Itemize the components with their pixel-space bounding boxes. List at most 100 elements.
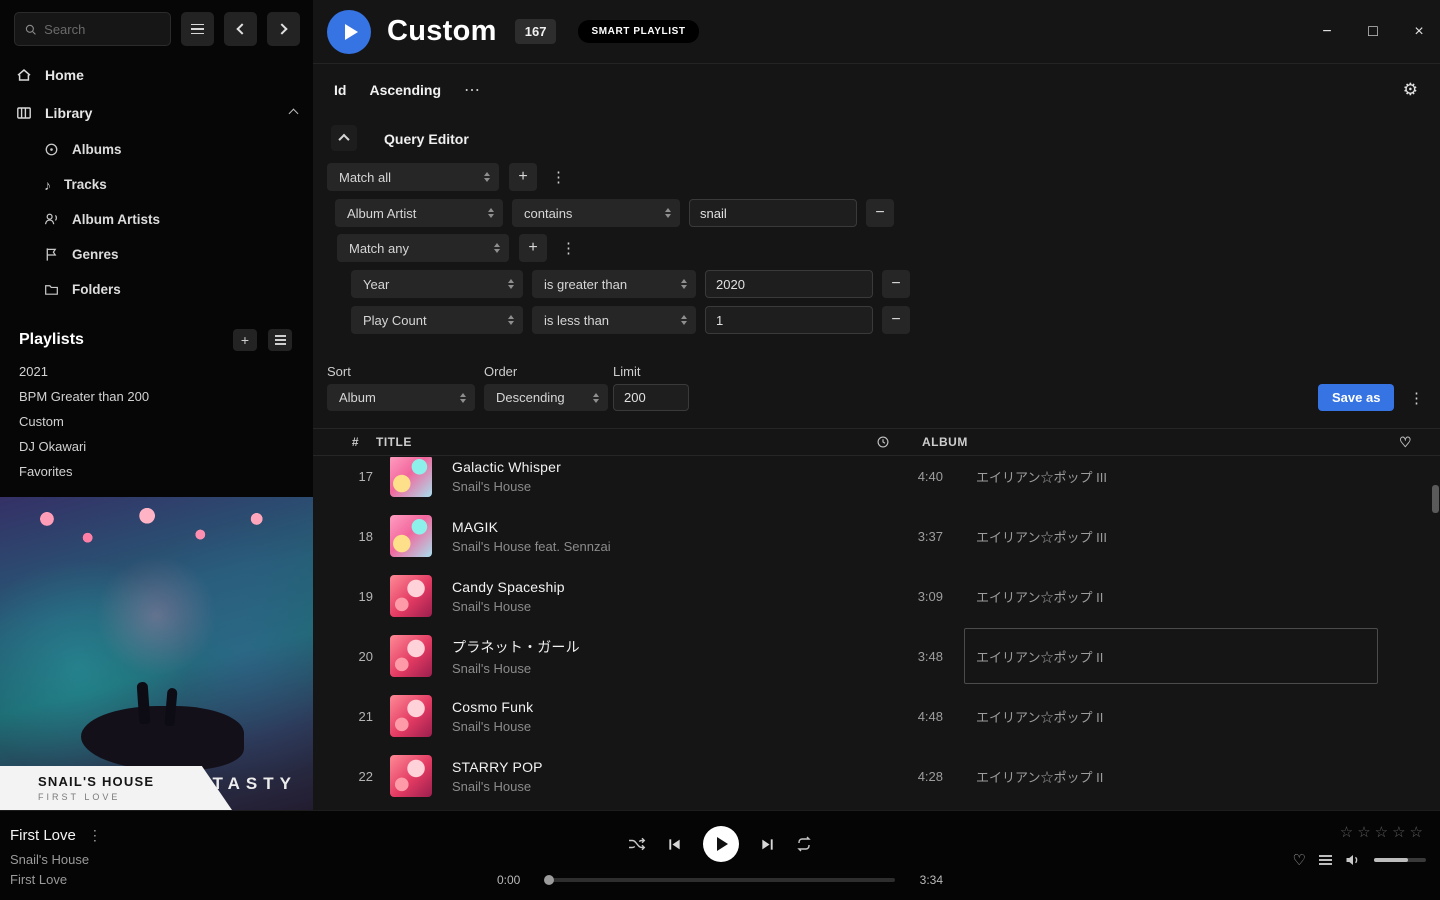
maximize-button[interactable]: □ bbox=[1364, 23, 1382, 41]
column-index[interactable]: # bbox=[313, 435, 359, 449]
queue-button[interactable] bbox=[1319, 855, 1332, 865]
limit-input[interactable] bbox=[613, 384, 689, 411]
playlist-list-button[interactable] bbox=[268, 329, 292, 351]
now-playing-album[interactable]: First Love bbox=[10, 872, 102, 887]
playlist-item[interactable]: BPM Greater than 200 bbox=[0, 384, 313, 409]
previous-button[interactable] bbox=[667, 837, 682, 852]
column-duration[interactable] bbox=[810, 435, 890, 449]
rule-operator-select[interactable]: is greater than bbox=[532, 270, 696, 298]
track-album[interactable]: エイリアン☆ポップ III bbox=[964, 508, 1378, 564]
track-album[interactable]: エイリアン☆ポップ III bbox=[964, 457, 1378, 504]
table-row[interactable]: 21 Cosmo Funk Snail's House 4:48 エイリアン☆ポ… bbox=[313, 686, 1440, 746]
smart-playlist-badge: SMART PLAYLIST bbox=[578, 20, 698, 43]
chevron-left-icon bbox=[236, 23, 247, 34]
table-row[interactable]: 19 Candy Spaceship Snail's House 3:09 エイ… bbox=[313, 566, 1440, 626]
track-artist[interactable]: Snail's House bbox=[452, 479, 863, 494]
close-button[interactable]: × bbox=[1410, 23, 1428, 41]
remove-rule-button[interactable]: − bbox=[882, 270, 910, 298]
column-favorite heart-icon[interactable]: ♡ bbox=[1399, 434, 1412, 451]
track-album[interactable]: エイリアン☆ポップ II bbox=[964, 748, 1378, 804]
rule-field-select[interactable]: Year bbox=[351, 270, 523, 298]
track-artist[interactable]: Snail's House bbox=[452, 719, 863, 734]
sidebar-item-albums[interactable]: Albums bbox=[0, 132, 313, 167]
next-button[interactable] bbox=[760, 837, 775, 852]
now-playing-title[interactable]: First Love bbox=[10, 827, 76, 844]
volume-slider[interactable] bbox=[1374, 858, 1426, 862]
table-row[interactable]: 17 Galactic Whisper Snail's House 4:40 エ… bbox=[313, 457, 1440, 506]
sidebar-item-genres[interactable]: Genres bbox=[0, 237, 313, 272]
track-artist[interactable]: Snail's House feat. Sennzai bbox=[452, 539, 863, 554]
playlist-item[interactable]: Custom bbox=[0, 409, 313, 434]
track-artist[interactable]: Snail's House bbox=[452, 779, 863, 794]
seek-handle[interactable] bbox=[544, 875, 554, 885]
playlist-item[interactable]: Favorites bbox=[0, 459, 313, 484]
rule-operator-select[interactable]: contains bbox=[512, 199, 680, 227]
table-row[interactable]: 22 STARRY POP Snail's House 4:28 エイリアン☆ポ… bbox=[313, 746, 1440, 806]
repeat-button[interactable] bbox=[796, 836, 812, 852]
gear-icon[interactable]: ⚙ bbox=[1403, 80, 1418, 100]
chevron-up-icon[interactable] bbox=[289, 108, 299, 118]
rule-value-input[interactable] bbox=[689, 199, 857, 227]
select-value: Play Count bbox=[363, 313, 427, 328]
add-group-rule-button[interactable]: + bbox=[519, 234, 547, 262]
volume-button[interactable] bbox=[1345, 853, 1361, 867]
search-input[interactable] bbox=[44, 22, 160, 37]
album-art-thumbnail bbox=[390, 575, 432, 617]
track-album[interactable]: エイリアン☆ポップ II bbox=[964, 568, 1378, 624]
save-menu-icon[interactable]: ⋮ bbox=[1405, 389, 1428, 407]
now-playing-menu-icon[interactable]: ⋮ bbox=[88, 827, 102, 844]
forward-button[interactable] bbox=[267, 12, 300, 46]
sort-select[interactable]: Album bbox=[327, 384, 475, 411]
back-button[interactable] bbox=[224, 12, 257, 46]
scrollbar-thumb[interactable] bbox=[1432, 485, 1439, 513]
sidebar-item-folders[interactable]: Folders bbox=[0, 272, 313, 307]
rating-stars[interactable]: ☆☆☆☆☆ bbox=[1340, 823, 1427, 841]
favorite-button heart-icon[interactable]: ♡ bbox=[1293, 851, 1306, 869]
playlist-item[interactable]: DJ Okawari bbox=[0, 434, 313, 459]
group-match-type-select[interactable]: Match any bbox=[337, 234, 509, 262]
rule-operator-select[interactable]: is less than bbox=[532, 306, 696, 334]
rule-field-select[interactable]: Play Count bbox=[351, 306, 523, 334]
sidebar-item-library[interactable]: Library bbox=[0, 94, 313, 132]
now-playing-artist[interactable]: Snail's House bbox=[10, 852, 102, 867]
sidebar-item-home[interactable]: Home bbox=[0, 56, 313, 94]
column-title[interactable]: TITLE bbox=[376, 435, 810, 449]
minimize-button[interactable]: − bbox=[1318, 23, 1336, 41]
rule-menu-icon[interactable]: ⋮ bbox=[547, 168, 570, 186]
now-playing-artwork[interactable]: SNAIL'S HOUSE FIRST LOVE TASTY bbox=[0, 497, 313, 810]
seek-bar[interactable] bbox=[545, 878, 895, 882]
track-artist[interactable]: Snail's House bbox=[452, 661, 863, 676]
order-select[interactable]: Descending bbox=[484, 384, 608, 411]
remove-rule-button[interactable]: − bbox=[866, 199, 894, 227]
match-type-select[interactable]: Match all bbox=[327, 163, 499, 191]
shuffle-button[interactable] bbox=[628, 836, 646, 852]
play-playlist-button[interactable] bbox=[327, 10, 371, 54]
table-row[interactable]: 18 MAGIK Snail's House feat. Sennzai 3:3… bbox=[313, 506, 1440, 566]
rule-value-input[interactable] bbox=[705, 270, 873, 298]
rule-value-input[interactable] bbox=[705, 306, 873, 334]
play-pause-button[interactable] bbox=[703, 826, 739, 862]
track-album[interactable]: エイリアン☆ポップ II bbox=[964, 688, 1378, 744]
sidebar-item-tracks[interactable]: ♪ Tracks bbox=[0, 167, 313, 202]
sort-field-button[interactable]: Id bbox=[334, 82, 346, 98]
menu-button[interactable] bbox=[181, 12, 214, 46]
table-row[interactable]: 20 プラネット・ガール Snail's House 3:48 エイリアン☆ポッ… bbox=[313, 626, 1440, 686]
sort-order-button[interactable]: Ascending bbox=[369, 82, 441, 98]
play-icon bbox=[345, 24, 358, 40]
track-album-focused[interactable]: エイリアン☆ポップ II bbox=[964, 628, 1378, 684]
query-editor-collapse-button[interactable] bbox=[331, 125, 357, 151]
column-album[interactable]: ALBUM bbox=[922, 435, 968, 449]
search-box[interactable] bbox=[14, 12, 171, 46]
remove-rule-button[interactable]: − bbox=[882, 306, 910, 334]
library-icon bbox=[16, 105, 32, 121]
save-as-button[interactable]: Save as bbox=[1318, 384, 1394, 411]
more-options-icon[interactable]: ⋯ bbox=[464, 80, 480, 100]
track-artist[interactable]: Snail's House bbox=[452, 599, 863, 614]
playlist-item[interactable]: 2021 bbox=[0, 359, 313, 384]
rule-field-select[interactable]: Album Artist bbox=[335, 199, 503, 227]
add-rule-button[interactable]: + bbox=[509, 163, 537, 191]
sidebar-item-album-artists[interactable]: Album Artists bbox=[0, 202, 313, 237]
add-playlist-button[interactable]: + bbox=[233, 329, 257, 351]
group-menu-icon[interactable]: ⋮ bbox=[557, 239, 580, 257]
album-name: エイリアン☆ポップ II bbox=[976, 767, 1103, 786]
